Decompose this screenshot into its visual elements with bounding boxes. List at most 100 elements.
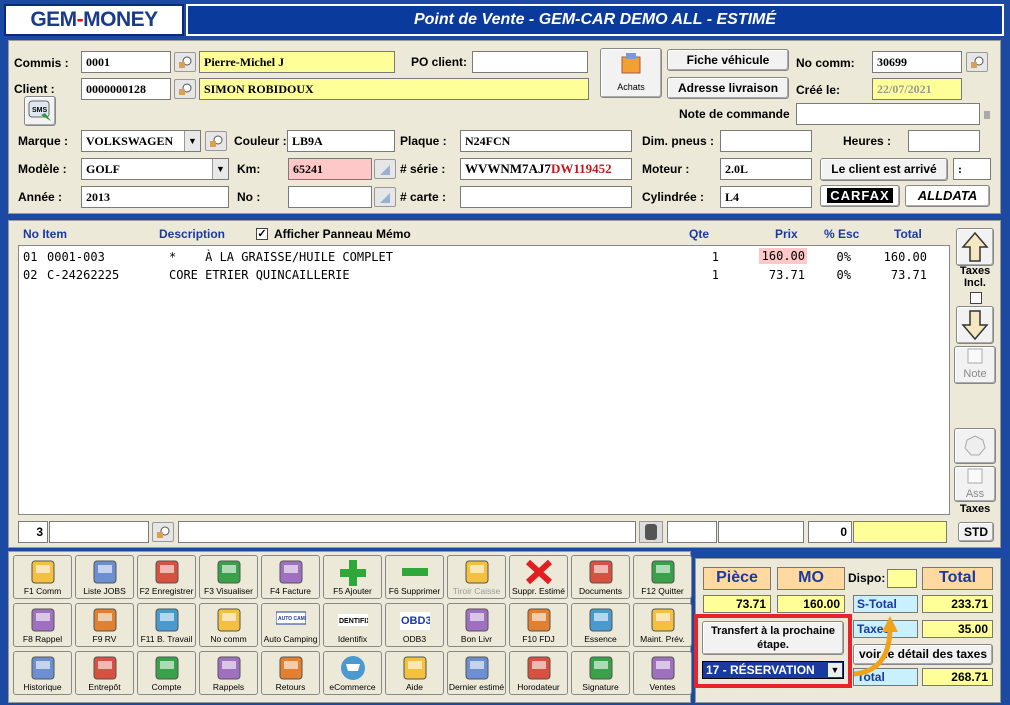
km-button[interactable] — [374, 159, 396, 179]
taxes-incl-label: Taxes Incl. — [959, 265, 991, 289]
toolbar-f8-rappel-button[interactable]: F8 Rappel — [13, 603, 72, 647]
toolbar-historique-button[interactable]: Historique — [13, 651, 72, 695]
toolbar-f12-quitter-button[interactable]: F12 Quitter — [633, 555, 692, 599]
achats-button[interactable]: Achats — [600, 48, 662, 98]
stotal-label: S-Total — [853, 595, 918, 613]
arrive-time-field[interactable]: : — [953, 158, 991, 180]
toolbar-f3-visualiser-button[interactable]: F3 Visualiser — [199, 555, 258, 599]
toolbar-ecommerce-button[interactable]: eCommerce — [323, 651, 382, 695]
std-button[interactable]: STD — [958, 522, 994, 542]
carfax-button[interactable]: CARFAX — [820, 185, 900, 207]
memo-checkbox[interactable]: ✓ — [256, 228, 268, 240]
note-icon — [967, 468, 983, 484]
client-code-field[interactable]: 0000000128 — [81, 78, 171, 100]
client-search-button[interactable] — [174, 79, 196, 99]
toolbar-horodateur-button[interactable]: Horodateur — [509, 651, 568, 695]
client-name-field[interactable]: SIMON ROBIDOUX — [199, 78, 589, 100]
note-button[interactable]: Note — [954, 346, 996, 384]
marque-select[interactable]: VOLKSWAGEN ▼ — [81, 130, 201, 152]
gear-button[interactable] — [954, 428, 996, 464]
toolbar-f10-fdj-button[interactable]: F10 FDJ — [509, 603, 568, 647]
toolbar-odb3-button[interactable]: OBD3 ODB3 — [385, 603, 444, 647]
km-field[interactable]: 65241 — [288, 158, 372, 180]
toolbar-tiroir-caisse-button[interactable]: Tiroir Caisse — [447, 555, 506, 599]
toolbar-no-comm-button[interactable]: No comm — [199, 603, 258, 647]
modele-label: Modèle : — [18, 162, 67, 176]
toolbar-entrep-t-button[interactable]: Entrepôt — [75, 651, 134, 695]
taxes-incl-checkbox[interactable] — [970, 292, 982, 304]
nocomm-search-button[interactable] — [966, 52, 988, 72]
toolbar-ventes-button[interactable]: Ventes — [633, 651, 692, 695]
item-search-button[interactable] — [152, 522, 174, 542]
total-input[interactable] — [853, 521, 947, 543]
toolbar-bon-livr-button[interactable]: Bon Livr — [447, 603, 506, 647]
commis-name-field[interactable]: Pierre-Michel J — [199, 51, 395, 73]
liste-jobs-icon — [90, 558, 120, 586]
qte-input[interactable] — [667, 521, 717, 543]
adresse-livraison-button[interactable]: Adresse livraison — [667, 77, 789, 99]
move-down-button[interactable] — [956, 306, 994, 344]
nocomm-field[interactable]: 30699 — [872, 51, 962, 73]
items-grid[interactable]: 01 0001-003 * À LA GRAISSE/HUILE COMPLET… — [18, 245, 950, 515]
serie-field[interactable]: WVWNM7AJ7DW119452 — [460, 158, 632, 180]
note-field[interactable] — [796, 103, 980, 125]
toolbar-aide-button[interactable]: Aide — [385, 651, 444, 695]
toolbar-signature-button[interactable]: Signature — [571, 651, 630, 695]
carte-field[interactable] — [460, 186, 632, 208]
toolbar-f6-supprimer-button[interactable]: F6 Supprimer — [385, 555, 444, 599]
toolbar-f4-facture-button[interactable]: F4 Facture — [261, 555, 320, 599]
retours-icon — [276, 654, 306, 682]
plaque-field[interactable]: N24FCN — [460, 130, 632, 152]
toolbar-identifix-button[interactable]: DENTIFIX Identifix — [323, 603, 382, 647]
toolbar-f9-rv-button[interactable]: F9 RV — [75, 603, 134, 647]
item-count-field[interactable]: 3 — [18, 521, 48, 543]
etape-select[interactable]: 17 - RÉSERVATION ▼ — [702, 661, 844, 679]
fiche-vehicule-button[interactable]: Fiche véhicule — [667, 49, 789, 71]
transfert-button[interactable]: Transfert à la prochaine étape. — [702, 621, 844, 655]
toolbar-dernier-estim-button[interactable]: Dernier estimé — [447, 651, 506, 695]
annee-field[interactable]: 2013 — [81, 186, 229, 208]
toolbar-rappels-button[interactable]: Rappels — [199, 651, 258, 695]
toolbar-essence-button[interactable]: Essence — [571, 603, 630, 647]
item-code-input[interactable] — [49, 521, 149, 543]
ass-button[interactable]: Ass — [954, 466, 996, 502]
resize-handle[interactable] — [984, 111, 990, 119]
mo-value: 160.00 — [777, 595, 845, 613]
toolbar-f11-b-travail-button[interactable]: F11 B. Travail — [137, 603, 196, 647]
toolbar-f2-enregistrer-button[interactable]: F2 Enregistrer — [137, 555, 196, 599]
prix-input[interactable] — [718, 521, 804, 543]
no-button[interactable] — [374, 187, 396, 207]
toolbar-suppr-estim-button[interactable]: Suppr. Estimé — [509, 555, 568, 599]
toolbar-retours-button[interactable]: Retours — [261, 651, 320, 695]
commis-code-field[interactable]: 0001 — [81, 51, 171, 73]
no-field[interactable] — [288, 186, 372, 208]
toolbar-f5-ajouter-button[interactable]: F5 Ajouter — [323, 555, 382, 599]
suppr-estim-icon — [524, 558, 554, 586]
sms-button[interactable]: SMS — [24, 96, 56, 126]
modele-select[interactable]: GOLF ▼ — [81, 158, 229, 180]
row-prix: 73.71 — [768, 268, 805, 282]
tire-icon[interactable] — [639, 521, 663, 543]
commis-search-button[interactable] — [174, 52, 196, 72]
cylindree-field[interactable]: L4 — [720, 186, 812, 208]
heures-field[interactable] — [908, 130, 980, 152]
col-header-desc: Description — [159, 227, 226, 241]
item-desc-input[interactable] — [178, 521, 636, 543]
alldata-button[interactable]: ALLDATA — [905, 185, 990, 207]
client-arrive-button[interactable]: Le client est arrivé — [820, 158, 948, 181]
marque-search-button[interactable] — [205, 131, 227, 151]
toolbar-liste-jobs-button[interactable]: Liste JOBS — [75, 555, 134, 599]
toolbar-maint-pr-v-button[interactable]: Maint. Prév. — [633, 603, 692, 647]
toolbar-compte-button[interactable]: Compte — [137, 651, 196, 695]
move-up-button[interactable] — [956, 228, 994, 266]
couleur-field[interactable]: LB9A — [287, 130, 395, 152]
toolbar-documents-button[interactable]: Documents — [571, 555, 630, 599]
toolbar-auto-camping-button[interactable]: AUTO CAMPING Auto Camping — [261, 603, 320, 647]
esc-input[interactable]: 0 — [808, 521, 852, 543]
sms-icon: SMS — [28, 100, 51, 121]
row-prix: 160.00 — [759, 248, 807, 264]
po-field[interactable] — [472, 51, 588, 73]
dim-pneus-field[interactable] — [720, 130, 812, 152]
toolbar-f1-comm-button[interactable]: F1 Comm — [13, 555, 72, 599]
moteur-field[interactable]: 2.0L — [720, 158, 812, 180]
